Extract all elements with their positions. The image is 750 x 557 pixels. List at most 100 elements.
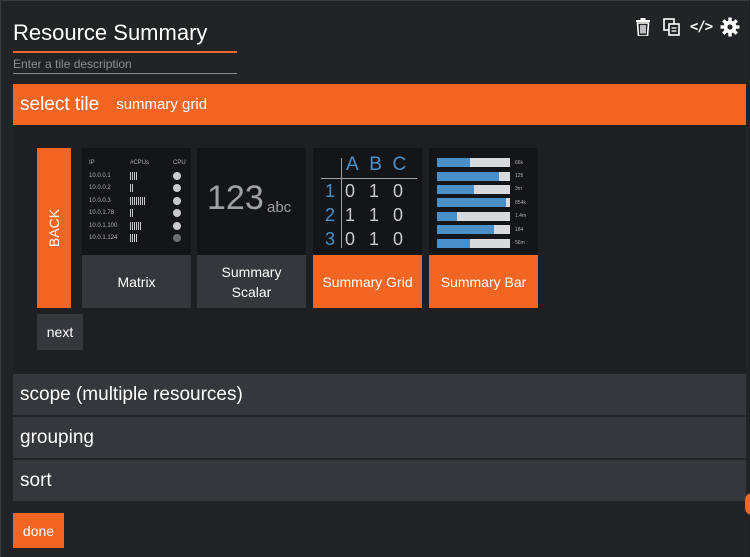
bar-fill <box>437 238 470 248</box>
cpu-bar <box>132 209 133 217</box>
bar-preview-row: 3m <box>437 183 526 196</box>
cpu-bar <box>132 171 133 180</box>
trash-icon[interactable] <box>632 15 654 39</box>
selected-tile-name: summary grid <box>116 96 208 113</box>
tile-option-summary-grid[interactable]: A B C 1 0 1 0 2 1 1 0 3 0 1 0 Summary Gr… <box>313 148 422 308</box>
bar-value: 184 <box>515 226 524 233</box>
back-button[interactable]: BACK <box>37 148 71 308</box>
cpu-bar <box>136 171 137 180</box>
cpu-status-dot <box>173 196 181 205</box>
grid-preview-row: 2 1 1 0 <box>322 203 410 227</box>
bar-preview-row: 125 <box>437 169 526 182</box>
next-button[interactable]: next <box>37 314 83 350</box>
cpu-count-bars <box>130 221 141 230</box>
matrix-header-ip: IP <box>89 160 95 166</box>
grid-cell: 0 <box>344 228 355 249</box>
bar-track <box>437 211 510 221</box>
cpu-bar <box>134 234 135 242</box>
cpu-bar <box>130 196 131 205</box>
tile-option-matrix[interactable]: IP #CPUs CPU 10.0.0.1 10.0.0.2 10.0.0.3 10.… <box>82 148 191 308</box>
cpu-bar <box>144 196 145 205</box>
grid-preview: A B C 1 0 1 0 2 1 1 0 3 0 1 0 <box>313 148 422 255</box>
bar-track <box>437 238 510 248</box>
tile-option-summary-bar[interactable]: 66k 125 3m 854k 1.4m 184 56m Summary Bar <box>429 148 538 308</box>
bar-fill <box>437 184 474 194</box>
scalar-preview-number: 123 <box>207 179 264 217</box>
select-tile-header[interactable]: select tile summary grid <box>13 84 746 125</box>
cpu-count-bars <box>130 196 145 205</box>
resize-handle[interactable] <box>745 493 750 515</box>
tile-option-summary-scalar[interactable]: 123 abc Summary Scalar <box>197 148 306 308</box>
section-scope[interactable]: scope (multiple resources) <box>13 374 746 415</box>
bar-track <box>437 198 510 208</box>
cpu-bar <box>132 184 133 192</box>
matrix-preview-row: 10.0.0.1 <box>89 171 185 184</box>
cpu-bar <box>142 196 143 205</box>
matrix-preview-row: 10.0.1.124 <box>89 233 185 246</box>
bar-track <box>437 225 510 235</box>
cpu-bar <box>132 221 133 230</box>
grid-cell: 1 <box>344 204 355 225</box>
grid-cell: 1 <box>368 228 379 249</box>
bar-preview-row: 184 <box>437 223 526 236</box>
bar-fill <box>437 171 500 181</box>
bar-fill <box>437 225 494 235</box>
cpu-count-bars <box>130 184 133 192</box>
grid-preview-row: 3 0 1 0 <box>322 227 410 251</box>
cpu-bar <box>136 234 137 242</box>
tile-caption: Summary Grid <box>313 255 422 308</box>
cpu-status-dot <box>173 209 181 217</box>
cpu-status-dot <box>173 171 181 180</box>
bar-preview-row: 66k <box>437 156 526 169</box>
matrix-row-ip: 10.0.0.2 <box>89 185 111 191</box>
grid-cell: 0 <box>392 228 403 249</box>
tile-title-input[interactable]: Resource Summary <box>13 15 237 53</box>
back-label: BACK <box>46 208 62 248</box>
select-tile-label: select tile <box>20 93 100 115</box>
toolbar: </> <box>632 15 741 39</box>
grid-row-label: 2 <box>324 204 335 225</box>
code-icon[interactable]: </> <box>690 15 713 39</box>
cpu-bar <box>138 196 139 205</box>
copy-icon[interactable] <box>661 15 683 39</box>
cpu-count-bars <box>130 171 137 180</box>
matrix-row-ip: 10.0.0.1 <box>89 172 111 179</box>
cpu-status-dot <box>173 221 181 230</box>
grid-col-label: A <box>346 154 359 175</box>
grid-preview-rows: 1 0 1 0 2 1 1 0 3 0 1 0 <box>322 179 410 251</box>
done-button[interactable]: done <box>13 513 64 548</box>
bar-preview-row: 854k <box>437 196 526 209</box>
matrix-row-ip: 10.0.1.100 <box>89 222 118 229</box>
bar-fill <box>437 211 458 221</box>
cpu-bar <box>130 184 131 192</box>
cpu-bar <box>134 171 135 180</box>
cpu-bar <box>138 221 139 230</box>
grid-preview-columns: A B C <box>346 154 406 176</box>
cpu-status-dot <box>173 234 181 242</box>
section-label: sort <box>20 469 52 491</box>
tile-caption: Summary Scalar <box>197 255 306 308</box>
cpu-bar <box>140 221 141 230</box>
matrix-row-ip: 10.0.1.124 <box>89 235 118 241</box>
matrix-preview-row: 10.0.0.3 <box>89 196 185 209</box>
cpu-bar <box>134 196 135 205</box>
scalar-preview-text: abc <box>267 199 292 216</box>
tile-caption: Matrix <box>82 255 191 308</box>
cpu-bar <box>130 234 131 242</box>
bar-preview-row: 1.4m <box>437 210 526 223</box>
bar-value: 854k <box>515 199 526 206</box>
bar-value: 1.4m <box>515 213 527 220</box>
section-grouping[interactable]: grouping <box>13 417 746 458</box>
bar-value: 66k <box>515 159 524 166</box>
matrix-preview-row: 10.0.0.2 <box>89 183 185 196</box>
bar-fill <box>437 158 470 168</box>
cpu-bar <box>130 209 131 217</box>
matrix-preview-table: IP #CPUs CPU 10.0.0.1 10.0.0.2 10.0.0.3 10.… <box>89 158 186 246</box>
grid-cell: 1 <box>368 180 379 201</box>
gear-icon[interactable] <box>719 15 741 39</box>
matrix-row-ip: 10.0.1.78 <box>89 210 115 216</box>
tile-description-input[interactable]: Enter a tile description <box>13 56 237 74</box>
grid-cell: 0 <box>392 180 403 201</box>
cpu-status-dot <box>173 184 181 192</box>
section-sort[interactable]: sort <box>13 460 746 501</box>
